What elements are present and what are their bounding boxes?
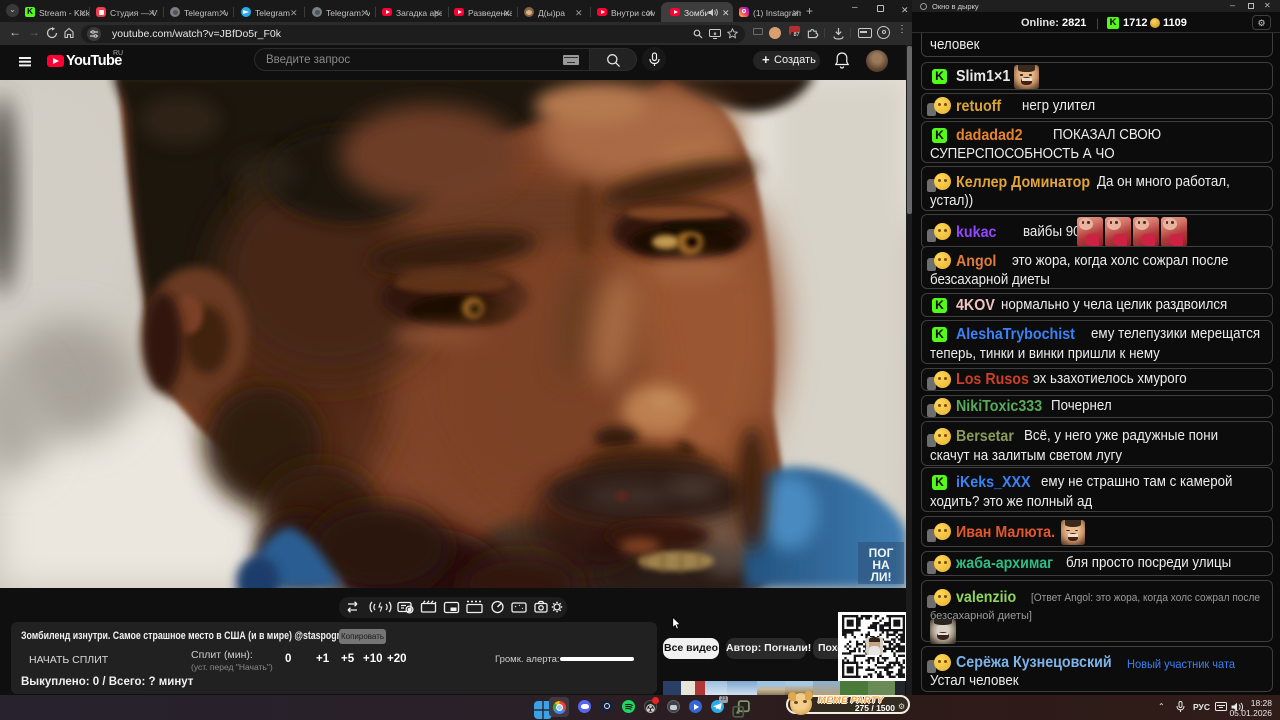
svg-text:ЛИ!: ЛИ! <box>870 570 891 584</box>
